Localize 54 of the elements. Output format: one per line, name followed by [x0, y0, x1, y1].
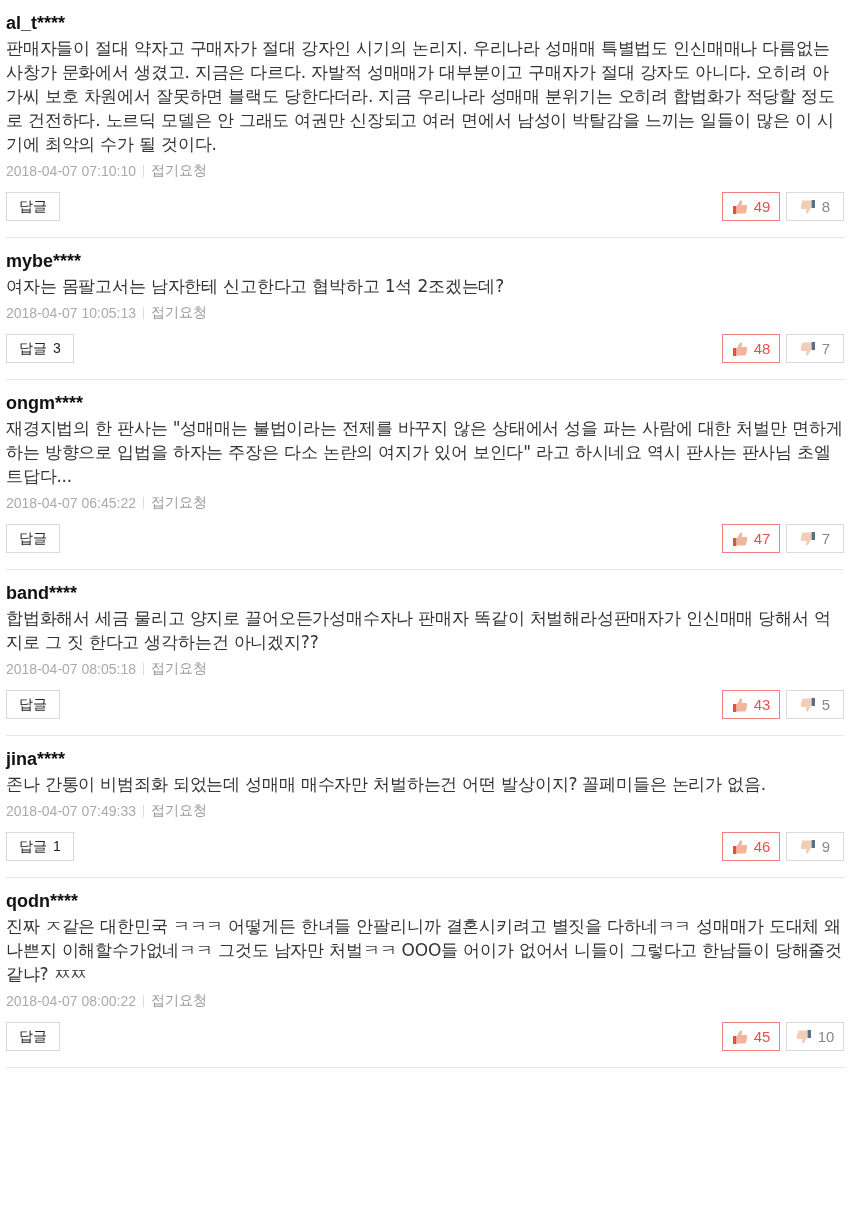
timestamp: 2018-04-07 08:00:22: [6, 993, 136, 1009]
thumbs-down-icon: [799, 530, 816, 547]
dislike-button[interactable]: 7: [786, 334, 844, 363]
like-button[interactable]: 45: [722, 1022, 780, 1051]
reply-button[interactable]: 답글 3: [6, 334, 74, 363]
dislike-button[interactable]: 10: [786, 1022, 844, 1051]
username: al_t****: [6, 12, 67, 34]
reply-button[interactable]: 답글: [6, 690, 60, 719]
dislike-button[interactable]: 5: [786, 690, 844, 719]
timestamp: 2018-04-07 07:49:33: [6, 803, 136, 819]
comment-text: 재경지법의 한 판사는 "성매매는 불법이라는 전제를 바꾸지 않은 상태에서 성을 파는 사람에 대한 처벌만 면하게 하는 방향으로 입법을 하자는 주장은 다소 논란의 여지가 있어 보인다" 라고 하시네요 역시 판사는 판사님 초엘트답다...: [6, 417, 844, 488]
username: ongm****: [6, 392, 84, 414]
thumbs-up-icon: [731, 1028, 748, 1045]
report-link[interactable]: 접기요청: [151, 304, 207, 322]
thumbs-down-icon: [795, 1028, 812, 1045]
timestamp: 2018-04-07 06:45:22: [6, 495, 136, 511]
thumbs-down-icon: [799, 198, 816, 215]
dislike-button[interactable]: 8: [786, 192, 844, 221]
report-link[interactable]: 접기요청: [151, 162, 207, 180]
reply-button[interactable]: 답글: [6, 524, 60, 553]
thumbs-up-icon: [731, 696, 748, 713]
like-button[interactable]: 46: [722, 832, 780, 861]
like-button[interactable]: 47: [722, 524, 780, 553]
report-link[interactable]: 접기요청: [151, 494, 207, 512]
timestamp: 2018-04-07 10:05:13: [6, 305, 136, 321]
like-button[interactable]: 48: [722, 334, 780, 363]
thumbs-down-icon: [799, 838, 816, 855]
reply-button[interactable]: 답글: [6, 192, 60, 221]
reply-button[interactable]: 답글: [6, 1022, 60, 1051]
thumbs-up-icon: [731, 530, 748, 547]
like-button[interactable]: 43: [722, 690, 780, 719]
comment-text: 여자는 몸팔고서는 남자한테 신고한다고 협박하고 1석 2조겠는데?: [6, 275, 506, 298]
like-button[interactable]: 49: [722, 192, 780, 221]
timestamp: 2018-04-07 08:05:18: [6, 661, 136, 677]
thumbs-down-icon: [799, 696, 816, 713]
timestamp: 2018-04-07 07:10:10: [6, 163, 136, 179]
username: mybe****: [6, 250, 83, 272]
dislike-button[interactable]: 7: [786, 524, 844, 553]
report-link[interactable]: 접기요청: [151, 992, 207, 1010]
comment-text: 진짜 ㅈ같은 대한민국 ㅋㅋㅋ 어떻게든 한녀들 안팔리니까 결혼시키려고 별짓을 다하네ㅋㅋ 성매매가 도대체 왜 나쁜지 이해할수가없네ㅋㅋ 그것도 남자만 처벌ㅋㅋ OOO들 어이가 없어서 니들이 그렇다고 한남들이 당해줄것같냐? ㅉㅉ: [6, 915, 843, 986]
thumbs-up-icon: [731, 838, 748, 855]
comment-text: 존나 간통이 비범죄화 되었는데 성매매 매수자만 처벌하는건 어떤 발상이지? 꼴페미들은 논리가 없음.: [6, 773, 768, 796]
username: jina****: [6, 748, 67, 770]
report-link[interactable]: 접기요청: [151, 660, 207, 678]
reply-button[interactable]: 답글 1: [6, 832, 74, 861]
dislike-button[interactable]: 9: [786, 832, 844, 861]
username: band****: [6, 582, 78, 604]
report-link[interactable]: 접기요청: [151, 802, 207, 820]
comment-text: 판매자들이 절대 약자고 구매자가 절대 강자인 시기의 논리지. 우리나라 성매매 특별법도 인신매매나 다름없는 사창가 문화에서 생겼고. 지금은 다르다. 자발적 성매매가 대부분이고 구매자가 절대 강자도 아니다. 오히려 아가씨 보호 차원에서 잘못하면 블랙도 당한다더라. 지금 우리나라 성매매 분위기는 오히려 합법화가 적당할 정도로 건전하다. 노르딕 모델은 안 그래도 여권만 신장되고 여러 면에서 남성이 박탈감을 느끼는 일들이 많은 이 시기에 최악의 수가 될 것이다.: [6, 37, 836, 156]
thumbs-up-icon: [731, 340, 748, 357]
comment-text: 합법화해서 세금 물리고 양지로 끌어오든가성매수자나 판매자 똑같이 처벌해라성판매자가 인신매매 당해서 억지로 그 짓 한다고 생각하는건 아니겠지??: [6, 607, 832, 654]
username: qodn****: [6, 890, 79, 912]
thumbs-up-icon: [731, 198, 748, 215]
thumbs-down-icon: [799, 340, 816, 357]
